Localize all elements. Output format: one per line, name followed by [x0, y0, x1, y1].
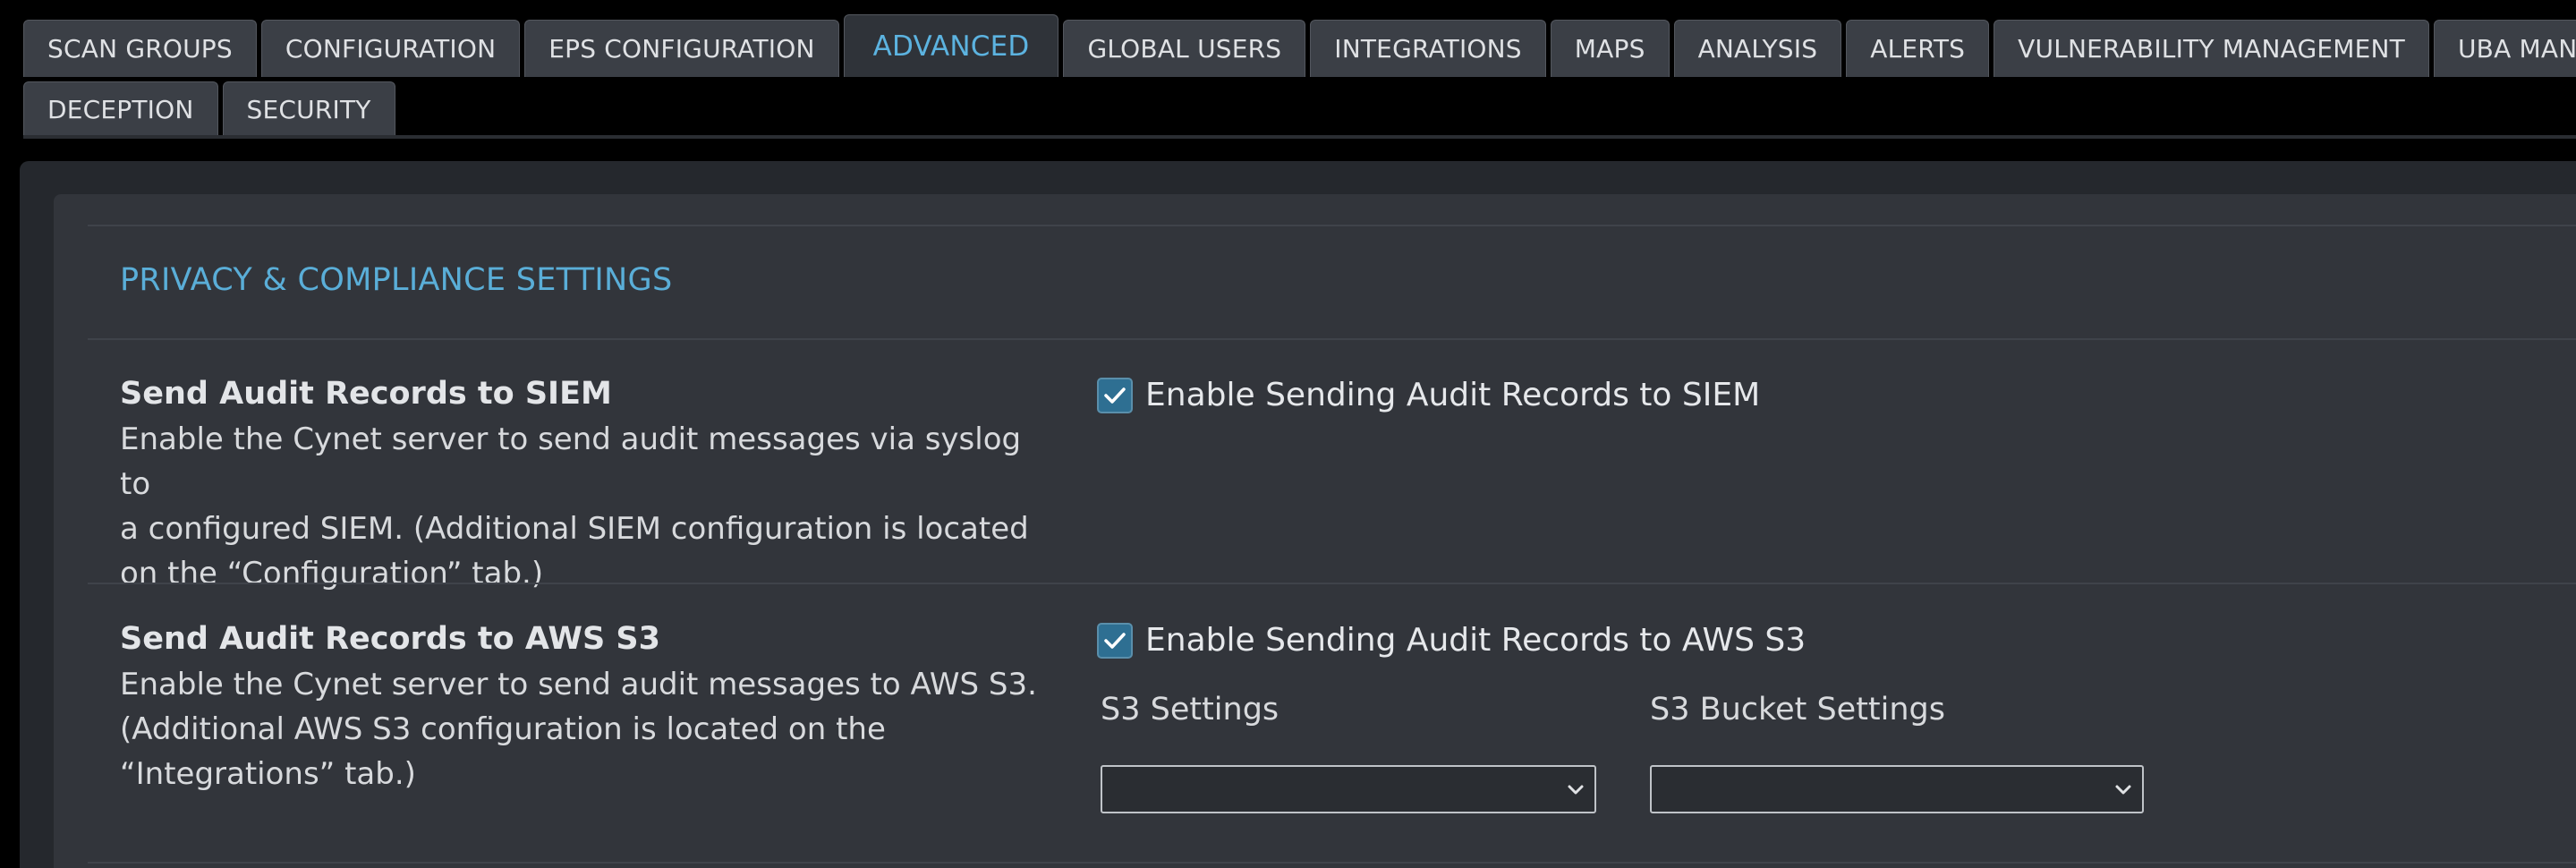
- description-line: “Integrations” tab.): [120, 756, 416, 792]
- tab-integrations[interactable]: INTEGRATIONS: [1310, 20, 1546, 77]
- description-line: (Additional AWS S3 configuration is loca…: [120, 711, 886, 747]
- chevron-down-icon: [1568, 785, 1584, 795]
- admin-settings-page: SCAN GROUPS CONFIGURATION EPS CONFIGURAT…: [0, 0, 2576, 868]
- checkmark-icon: [1104, 632, 1126, 649]
- s3-setting-title: Send Audit Records to AWS S3: [120, 621, 660, 657]
- tab-global-users[interactable]: GLOBAL USERS: [1063, 20, 1306, 77]
- checkmark-icon: [1104, 387, 1126, 404]
- divider: [88, 338, 2576, 340]
- s3-settings-label: S3 Settings: [1101, 692, 1279, 728]
- description-line: Enable the Cynet server to send audit me…: [120, 421, 1022, 502]
- tab-eps-configuration[interactable]: EPS CONFIGURATION: [524, 20, 839, 77]
- siem-enable-label[interactable]: Enable Sending Audit Records to SIEM: [1145, 377, 1760, 413]
- s3-enable-label[interactable]: Enable Sending Audit Records to AWS S3: [1145, 622, 1806, 659]
- s3-settings-select[interactable]: [1101, 765, 1596, 813]
- tab-maps[interactable]: MAPS: [1550, 20, 1670, 77]
- section-title: PRIVACY & COMPLIANCE SETTINGS: [120, 262, 673, 298]
- s3-bucket-settings-label: S3 Bucket Settings: [1650, 692, 1946, 728]
- tab-configuration[interactable]: CONFIGURATION: [260, 20, 521, 77]
- s3-enable-checkbox[interactable]: [1097, 622, 1133, 659]
- siem-enable-checkbox-row[interactable]: Enable Sending Audit Records to SIEM: [1097, 377, 1760, 413]
- chevron-down-icon: [2115, 785, 2131, 795]
- tab-bar-row-2: DECEPTION SECURITY: [23, 81, 395, 137]
- tab-alerts[interactable]: ALERTS: [1846, 20, 1990, 77]
- tab-advanced[interactable]: ADVANCED: [843, 14, 1059, 77]
- description-line: a configured SIEM. (Additional SIEM conf…: [120, 511, 1029, 547]
- tab-bar-row-1: SCAN GROUPS CONFIGURATION EPS CONFIGURAT…: [23, 14, 2576, 77]
- divider: [88, 862, 2576, 864]
- tab-deception[interactable]: DECEPTION: [23, 81, 218, 137]
- tab-uba-management[interactable]: UBA MANAGEMEN: [2433, 20, 2576, 77]
- description-line: Enable the Cynet server to send audit me…: [120, 667, 1037, 702]
- tab-bar-underline: [23, 135, 2576, 139]
- s3-setting-description: Enable the Cynet server to send audit me…: [120, 662, 1050, 796]
- divider: [88, 225, 2576, 226]
- siem-setting-description: Enable the Cynet server to send audit me…: [120, 417, 1050, 596]
- tab-vulnerability-management[interactable]: VULNERABILITY MANAGEMENT: [1994, 20, 2429, 77]
- description-line: on the “Configuration” tab.): [120, 556, 544, 591]
- siem-enable-checkbox[interactable]: [1097, 377, 1133, 413]
- siem-setting-title: Send Audit Records to SIEM: [120, 376, 612, 412]
- tab-scan-groups[interactable]: SCAN GROUPS: [23, 20, 257, 77]
- s3-enable-checkbox-row[interactable]: Enable Sending Audit Records to AWS S3: [1097, 622, 1806, 659]
- tab-analysis[interactable]: ANALYSIS: [1673, 20, 1842, 77]
- divider: [88, 583, 2576, 584]
- tab-security[interactable]: SECURITY: [222, 81, 395, 137]
- s3-bucket-settings-select[interactable]: [1650, 765, 2144, 813]
